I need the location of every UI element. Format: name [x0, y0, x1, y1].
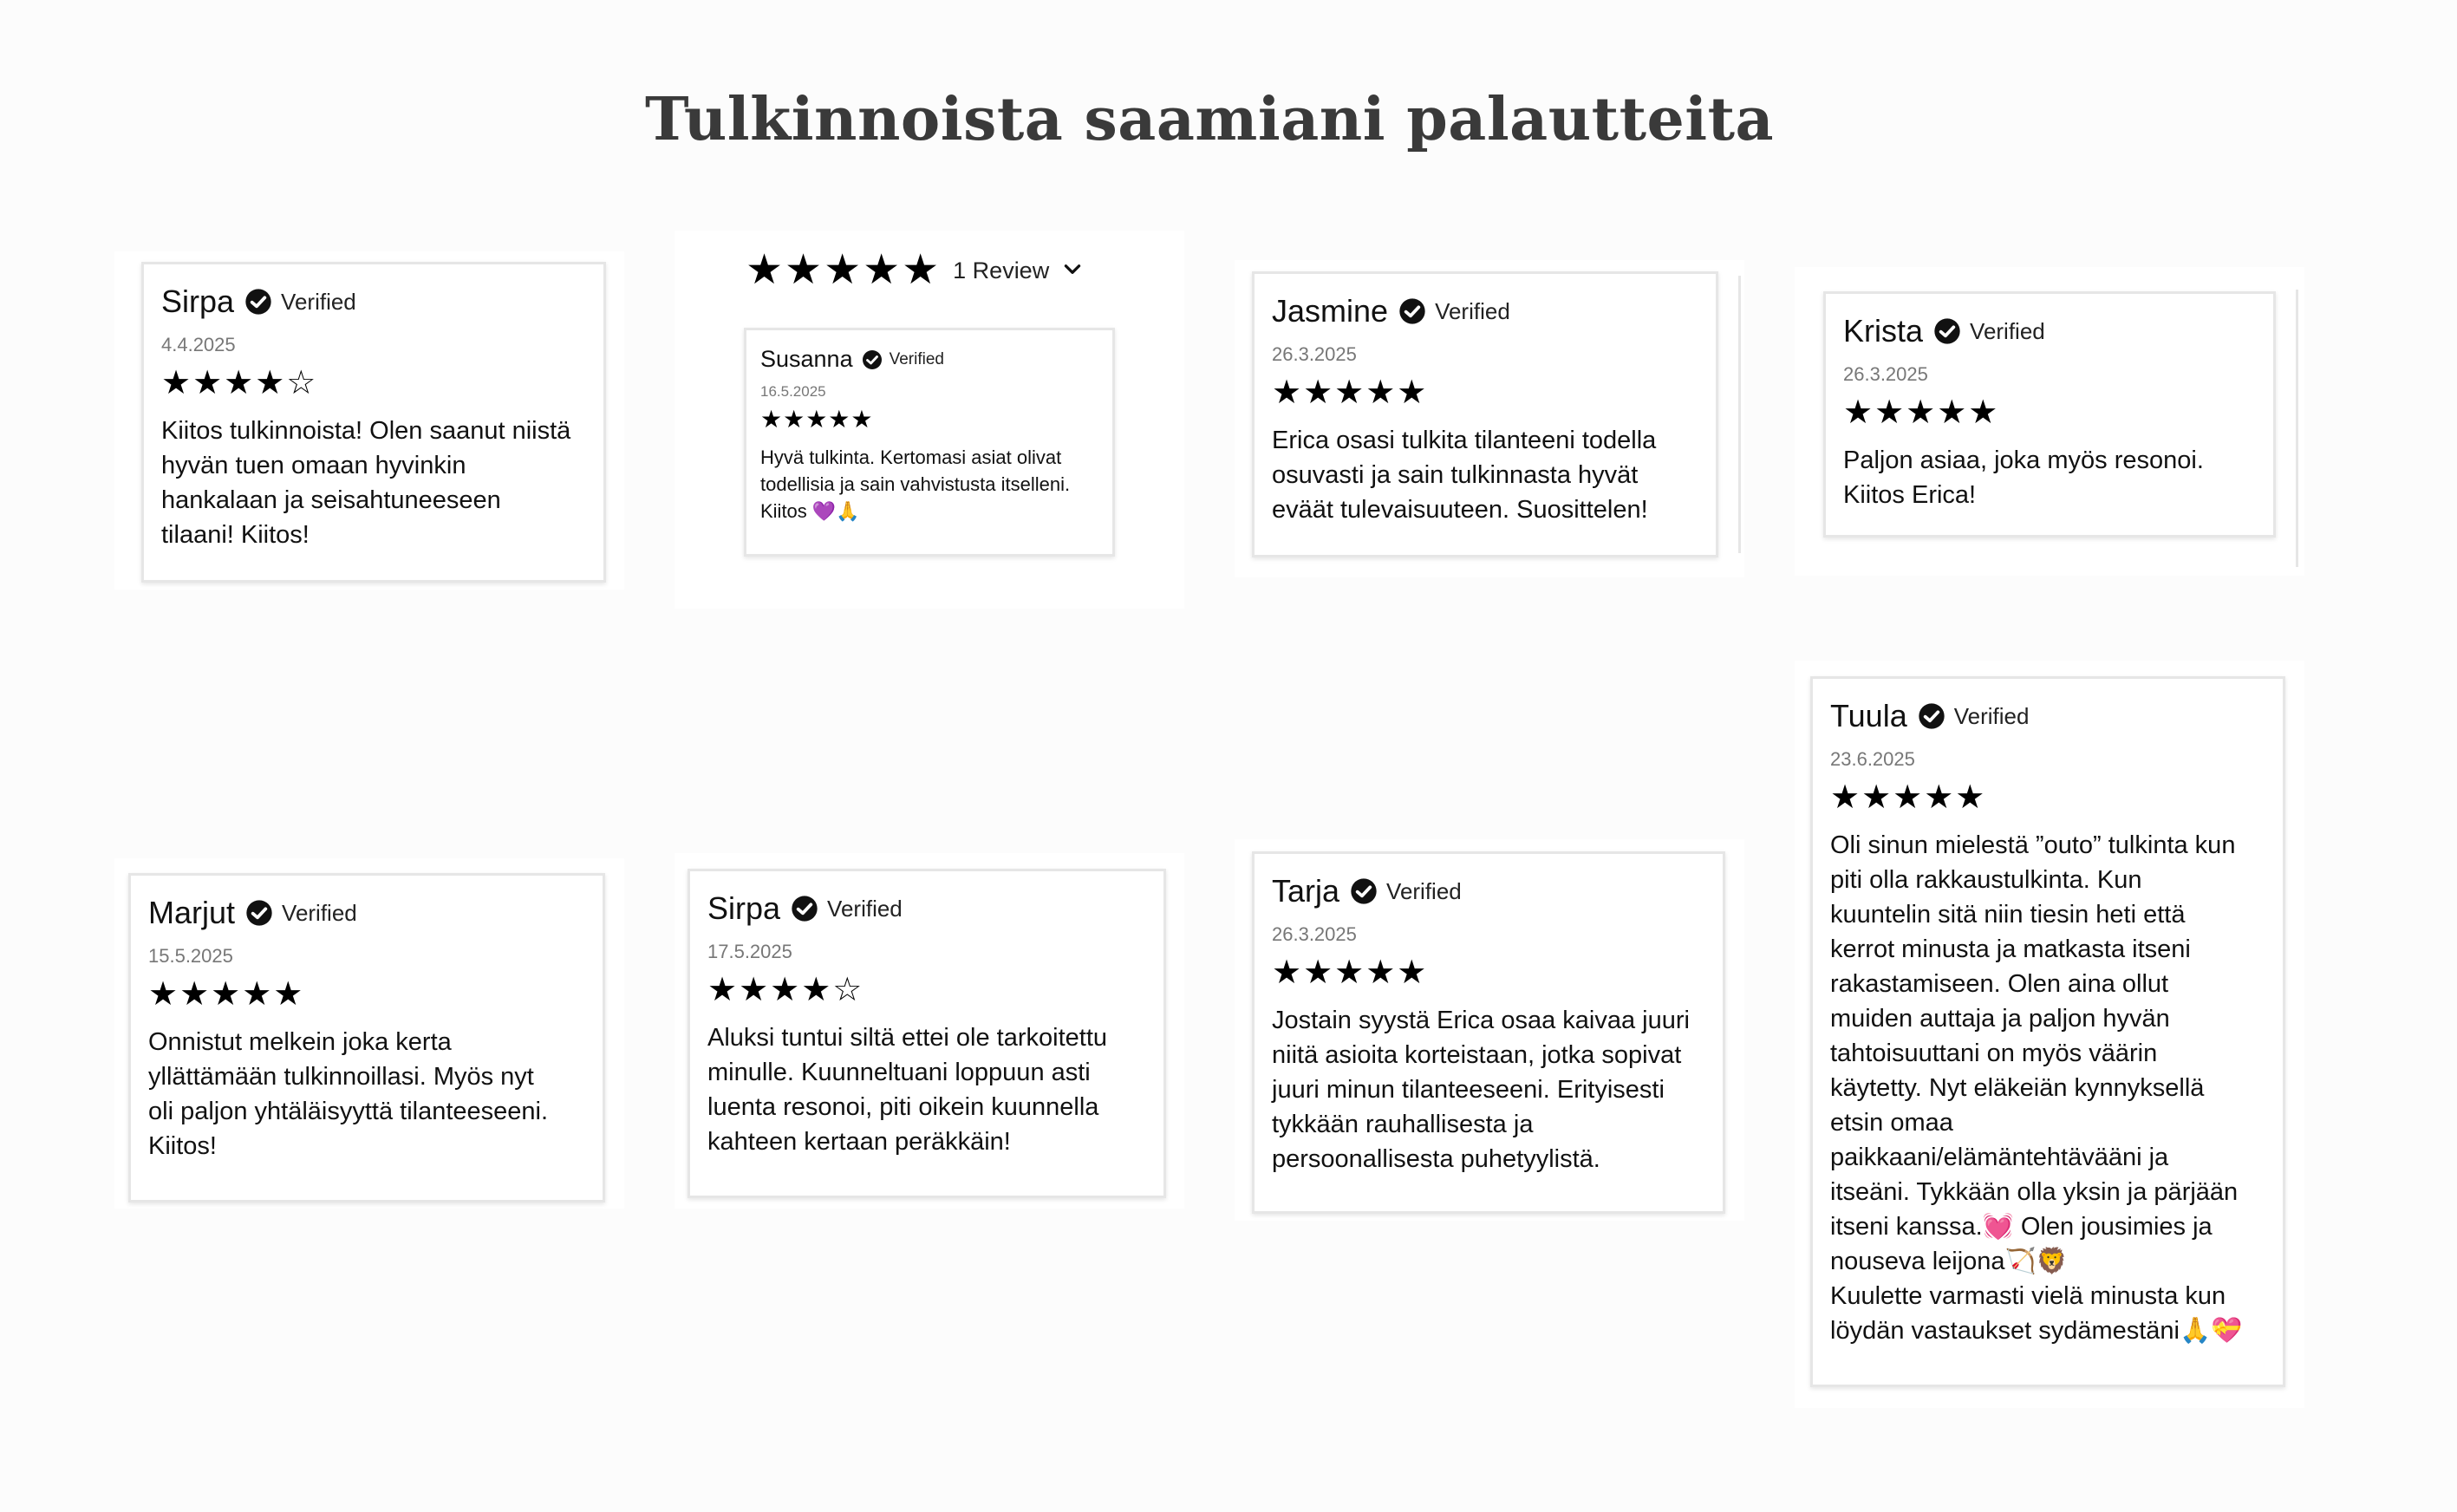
review-card: Sirpa Verified 4.4.2025 ★★★★☆ Kiitos tul…: [141, 262, 606, 583]
review-header: Susanna Verified: [760, 346, 1098, 373]
review-summary[interactable]: ★★★★★ 1 Review: [746, 250, 1084, 291]
scroll-divider: [2296, 290, 2298, 567]
review-header: Sirpa Verified: [707, 890, 1146, 927]
star-rating: ★★★★★: [760, 406, 874, 433]
review-header: Sirpa Verified: [161, 284, 586, 320]
verified-check-icon: [1918, 702, 1954, 730]
review-header: Tuula Verified: [1830, 698, 2265, 734]
reviewer-name: Sirpa: [161, 284, 235, 319]
review-header: Jasmine Verified: [1272, 293, 1698, 329]
review-date: 23.6.2025: [1830, 748, 1915, 770]
verified-badge: Verified: [244, 288, 356, 316]
verified-label: Verified: [1386, 877, 1462, 904]
verified-check-icon: [245, 899, 282, 927]
verified-badge: Verified: [862, 349, 944, 370]
reviewer-name: Tarja: [1272, 873, 1340, 909]
verified-label: Verified: [1435, 297, 1510, 324]
review-card: Tuula Verified 23.6.2025 ★★★★★ Oli sinun…: [1810, 676, 2285, 1387]
star-rating: ★★★★☆: [161, 365, 318, 401]
review-text: Erica osasi tulkita tilanteeni todella o…: [1272, 427, 1657, 524]
verified-check-icon: [244, 288, 281, 316]
verified-badge: Verified: [1933, 317, 2045, 345]
summary-stars: ★★★★★: [746, 247, 942, 293]
review-date: 26.3.2025: [1272, 343, 1357, 365]
star-rating: ★★★★☆: [707, 972, 864, 1008]
review-text: Jostain syystä Erica osaa kaivaa juuri n…: [1272, 1007, 1690, 1173]
review-date: 15.5.2025: [148, 945, 233, 967]
reviewer-name: Tuula: [1830, 698, 1907, 733]
reviewer-name: Marjut: [148, 895, 236, 930]
verified-check-icon: [791, 895, 827, 922]
verified-badge: Verified: [1350, 877, 1462, 905]
review-card: Tarja Verified 26.3.2025 ★★★★★ Jostain s…: [1252, 851, 1725, 1214]
verified-check-icon: [1350, 877, 1386, 905]
star-rating: ★★★★★: [1843, 394, 2000, 431]
review-header: Krista Verified: [1843, 313, 2256, 349]
verified-badge: Verified: [1398, 297, 1510, 325]
chevron-down-icon[interactable]: [1049, 257, 1084, 284]
reviewer-name: Susanna: [760, 346, 853, 372]
verified-label: Verified: [827, 895, 903, 922]
review-date: 16.5.2025: [760, 383, 826, 400]
verified-label: Verified: [1970, 317, 2045, 344]
review-card: Susanna Verified 16.5.2025 ★★★★★ Hyvä tu…: [744, 328, 1115, 557]
review-card: Jasmine Verified 26.3.2025 ★★★★★ Erica o…: [1252, 271, 1718, 557]
review-header: Marjut Verified: [148, 895, 585, 931]
review-text: Onnistut melkein joka kerta yllättämään …: [148, 1028, 549, 1160]
scroll-divider: [1738, 276, 1741, 553]
star-rating: ★★★★★: [148, 976, 305, 1013]
review-text: Oli sinun mielestä ”outo” tulkinta kun p…: [1830, 831, 2243, 1345]
verified-badge: Verified: [245, 899, 357, 927]
verified-badge: Verified: [1918, 702, 2030, 730]
verified-check-icon: [1398, 297, 1435, 325]
verified-label: Verified: [282, 899, 357, 926]
star-rating: ★★★★★: [1830, 779, 1987, 816]
review-text: Paljon asiaa, joka myös resonoi. Kiitos …: [1843, 446, 2204, 509]
reviewer-name: Sirpa: [707, 890, 781, 926]
review-date: 17.5.2025: [707, 941, 792, 962]
review-card: Krista Verified 26.3.2025 ★★★★★ Paljon a…: [1823, 291, 2276, 538]
star-rating: ★★★★★: [1272, 375, 1429, 411]
verified-check-icon: [862, 349, 890, 370]
review-header: Tarja Verified: [1272, 873, 1705, 909]
reviewer-name: Jasmine: [1272, 293, 1389, 329]
review-card: Sirpa Verified 17.5.2025 ★★★★☆ Aluksi tu…: [688, 869, 1166, 1198]
verified-check-icon: [1933, 317, 1970, 345]
verified-label: Verified: [889, 349, 944, 368]
review-date: 4.4.2025: [161, 334, 236, 355]
review-text: Kiitos tulkinnoista! Olen saanut niistä …: [161, 417, 571, 549]
page-title: Tulkinnoista saamiani palautteita: [644, 85, 1775, 154]
verified-badge: Verified: [791, 895, 903, 922]
review-text: Aluksi tuntui siltä ettei ole tarkoitett…: [707, 1024, 1108, 1156]
review-date: 26.3.2025: [1843, 363, 1928, 385]
review-date: 26.3.2025: [1272, 923, 1357, 945]
verified-label: Verified: [281, 288, 356, 315]
review-text: Hyvä tulkinta. Kertomasi asiat olivat to…: [760, 446, 1071, 522]
star-rating: ★★★★★: [1272, 955, 1429, 991]
review-count[interactable]: 1 Review: [953, 257, 1049, 284]
review-card: Marjut Verified 15.5.2025 ★★★★★ Onnistut…: [128, 873, 605, 1202]
verified-label: Verified: [1953, 702, 2030, 729]
reviewer-name: Krista: [1843, 313, 1924, 349]
